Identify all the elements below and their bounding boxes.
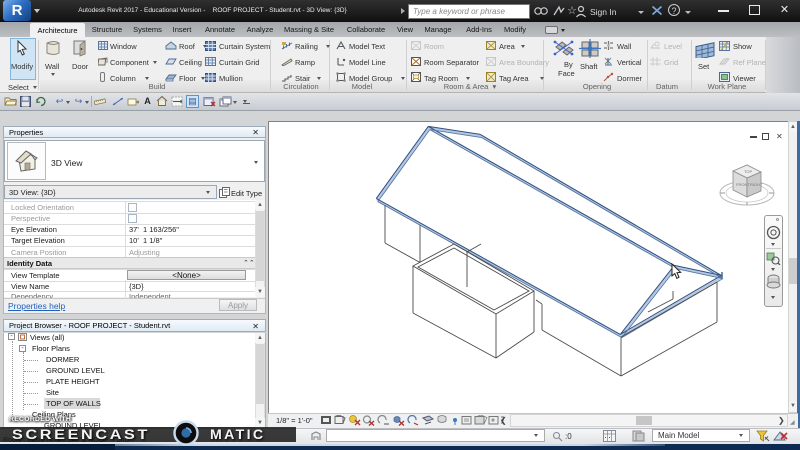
svg-text:TOP: TOP xyxy=(744,169,752,174)
svg-text:RIGHT: RIGHT xyxy=(750,182,763,187)
svg-text:FRONT: FRONT xyxy=(736,182,750,187)
